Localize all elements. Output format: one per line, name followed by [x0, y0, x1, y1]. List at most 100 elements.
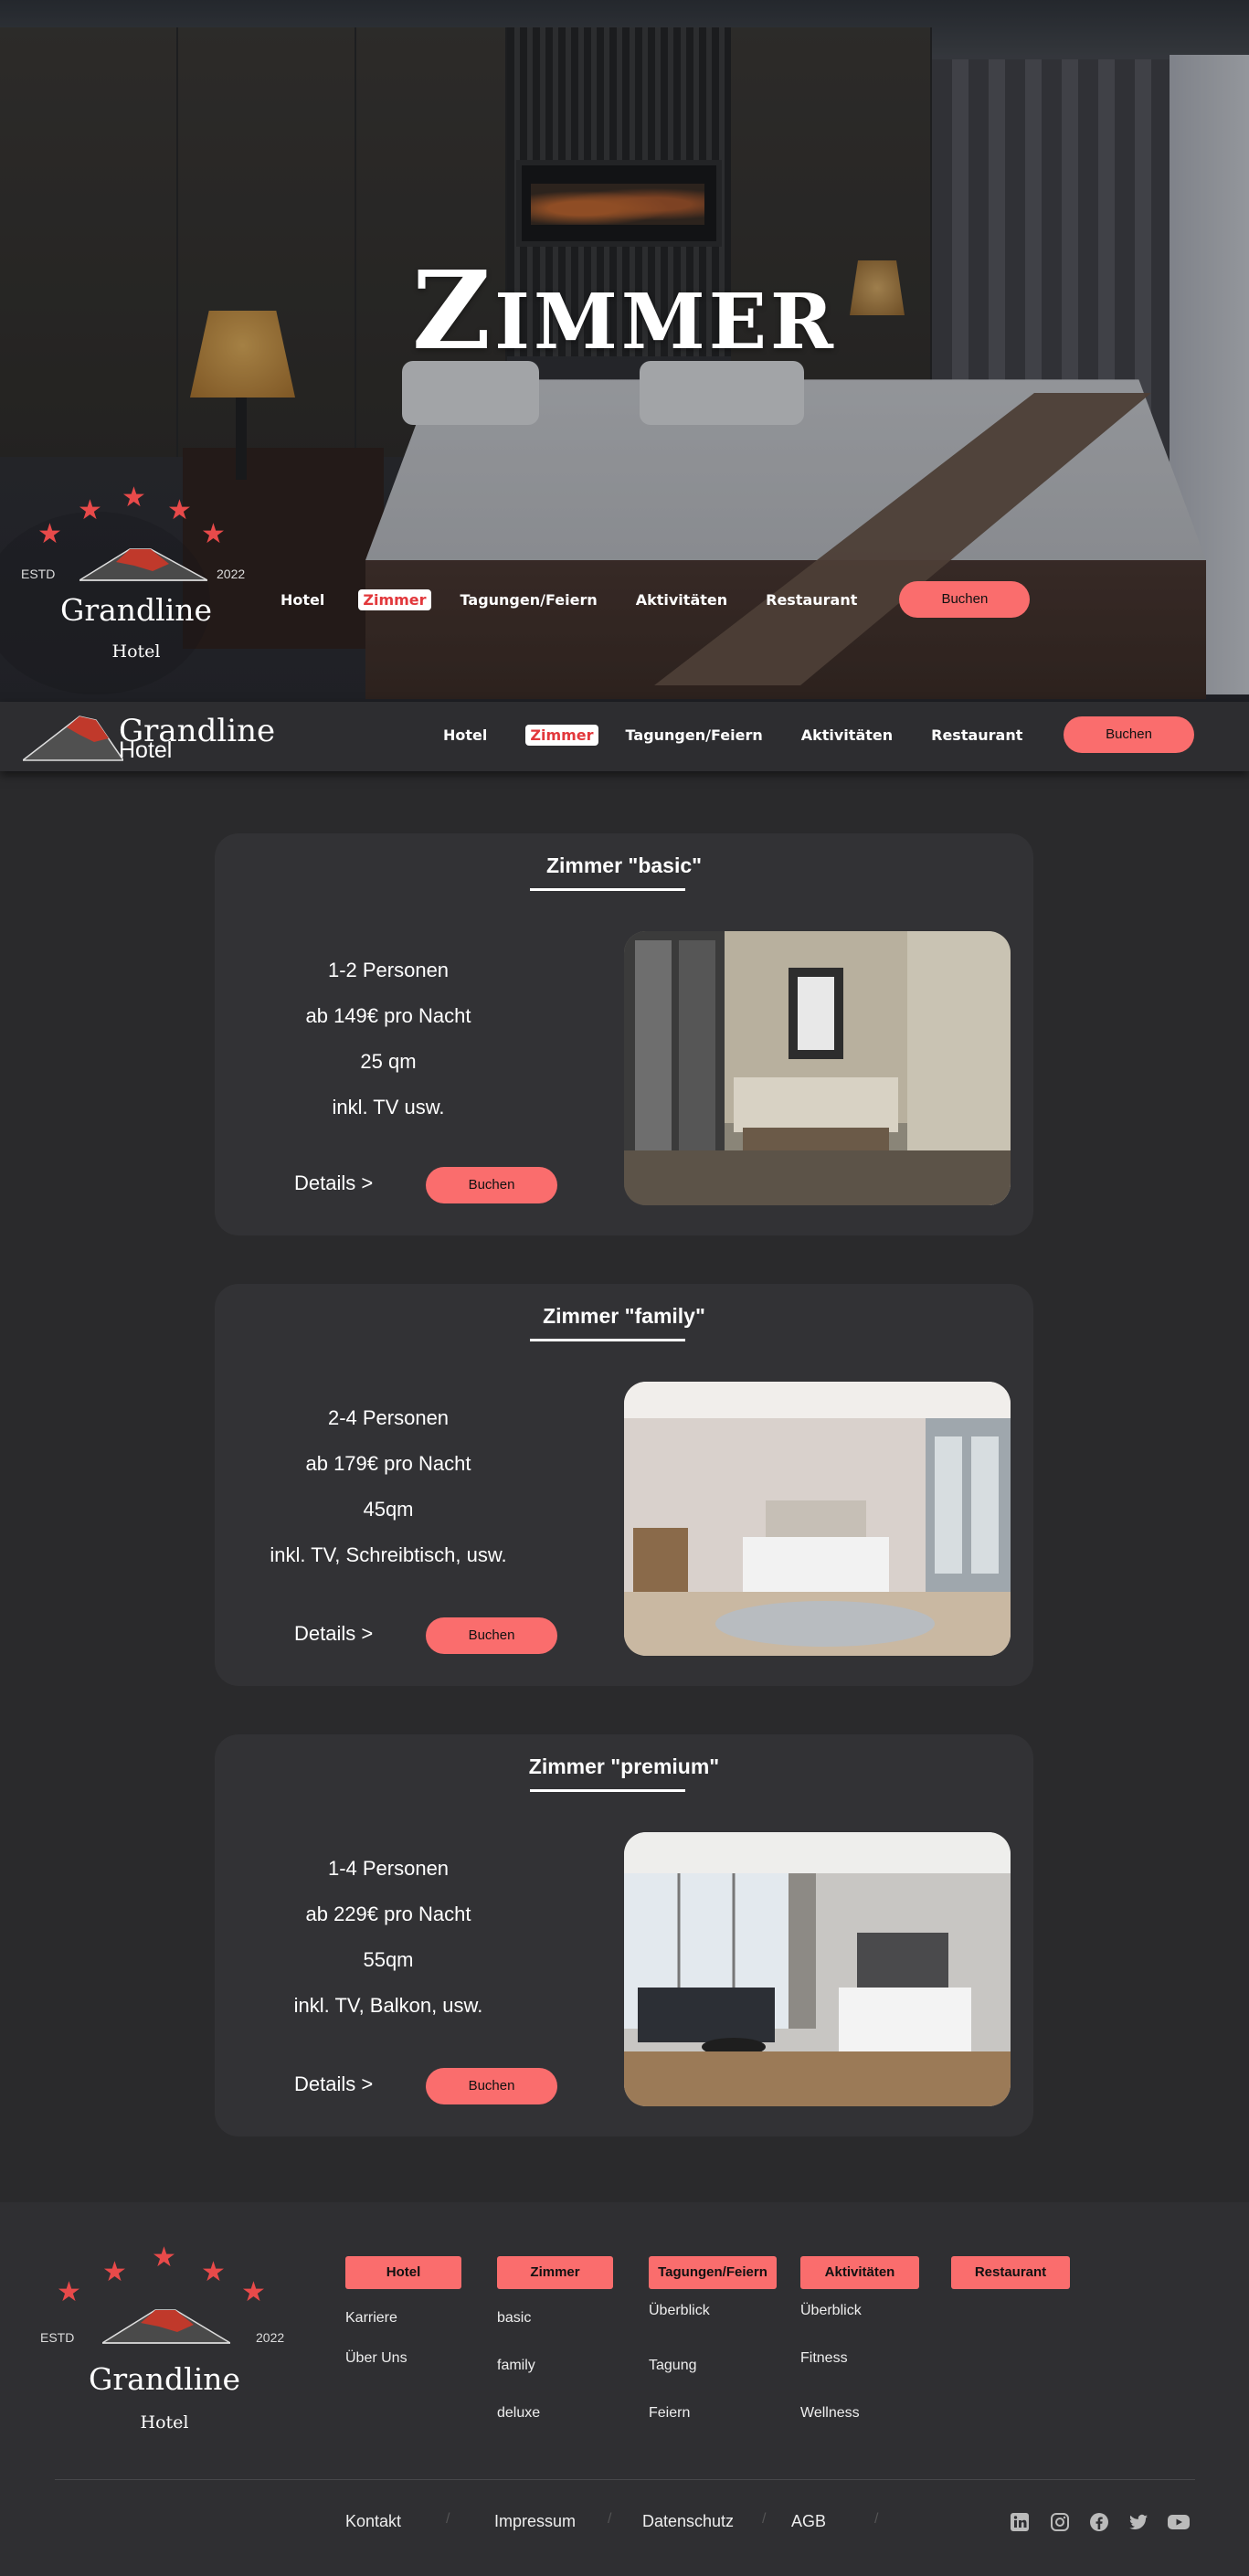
footer-link-ueber-uns[interactable]: Über Uns [345, 2350, 408, 2367]
nav-item-zimmer[interactable]: Zimmer [358, 588, 431, 610]
footer-link-impressum[interactable]: Impressum [494, 2512, 576, 2531]
footer-link-basic[interactable]: basic [497, 2310, 531, 2327]
nav-item-aktivitaeten[interactable]: Aktivitäten [636, 591, 727, 609]
volcano-icon [102, 2309, 230, 2344]
footer-link-karriere[interactable]: Karriere [345, 2310, 397, 2327]
footer-link-datenschutz[interactable]: Datenschutz [642, 2512, 734, 2531]
room-size: 45qm [363, 1498, 414, 1521]
footer-link-tagung[interactable]: Tagung [649, 2358, 697, 2374]
book-button[interactable]: Buchen [426, 2068, 557, 2104]
star-icon: ★ [122, 482, 146, 513]
youtube-icon[interactable] [1167, 2511, 1191, 2533]
title-underline [530, 1789, 685, 1792]
room-card-family: Zimmer "family" 2-4 Personen ab 179€ pro… [215, 1284, 1033, 1686]
footer-link-wellness[interactable]: Wellness [800, 2405, 860, 2422]
hero-nav: Hotel Zimmer Tagungen/Feiern Aktivitäten… [280, 581, 1031, 618]
room-info: 1-4 Personen ab 229€ pro Nacht 55qm inkl… [251, 1846, 525, 2029]
room-photo-premium [624, 1832, 1011, 2106]
nav-item-tagungen[interactable]: Tagungen/Feiern [626, 726, 763, 744]
details-link[interactable]: Details > [294, 1171, 373, 1195]
room-features: inkl. TV usw. [332, 1096, 445, 1118]
volcano-icon[interactable] [23, 711, 123, 762]
footer-heading-aktivitaeten[interactable]: Aktivitäten [800, 2256, 919, 2289]
book-button[interactable]: Buchen [1064, 716, 1194, 753]
footer-separator: / [608, 2511, 612, 2527]
nav-item-hotel[interactable]: Hotel [280, 591, 324, 609]
sticky-nav: Hotel Zimmer Tagungen/Feiern Aktivitäten… [443, 725, 1022, 746]
room-photo-basic [624, 931, 1011, 1205]
linkedin-icon[interactable] [1009, 2511, 1031, 2533]
details-link[interactable]: Details > [294, 2072, 373, 2096]
logo-name: Grandline [88, 2361, 241, 2397]
footer-divider [55, 2479, 1195, 2480]
logo-year: 2022 [256, 2330, 285, 2345]
room-card-basic: Zimmer "basic" 1-2 Personen ab 149€ pro … [215, 833, 1033, 1235]
room-size: 55qm [363, 1948, 414, 1971]
star-icon: ★ [167, 495, 192, 525]
instagram-icon[interactable] [1049, 2511, 1071, 2533]
star-icon: ★ [152, 2242, 176, 2273]
footer-logo[interactable]: ★ ★ ★ ★ ★ ESTD 2022 Grandline Hotel [37, 2244, 302, 2445]
footer-separator: / [446, 2511, 450, 2527]
footer-link-feiern[interactable]: Feiern [649, 2405, 690, 2422]
footer-link-kontakt[interactable]: Kontakt [345, 2512, 401, 2531]
room-size: 25 qm [360, 1050, 417, 1073]
star-icon: ★ [241, 2277, 266, 2307]
footer-separator: / [762, 2511, 767, 2527]
room-info: 1-2 Personen ab 149€ pro Nacht 25 qm ink… [251, 948, 525, 1130]
details-link[interactable]: Details > [294, 1622, 373, 1646]
footer-link-ueberblick[interactable]: Überblick [800, 2303, 862, 2319]
hero-logo[interactable]: ★ ★ ★ ★ ★ ESTD 2022 Grandline Hotel [14, 484, 251, 676]
star-icon: ★ [37, 519, 62, 549]
logo-name: Grandline [59, 592, 213, 628]
book-button[interactable]: Buchen [426, 1167, 557, 1203]
footer-heading-zimmer[interactable]: Zimmer [497, 2256, 613, 2289]
twitter-icon[interactable] [1127, 2511, 1149, 2533]
star-icon: ★ [78, 495, 102, 525]
title-underline [530, 1339, 685, 1341]
room-title: Zimmer "family" [543, 1304, 705, 1328]
room-photo-family [624, 1382, 1011, 1656]
book-button[interactable]: Buchen [426, 1617, 557, 1654]
footer-link-fitness[interactable]: Fitness [800, 2350, 848, 2367]
logo-estd: ESTD [40, 2330, 75, 2345]
room-title: Zimmer "basic" [545, 853, 703, 877]
volcano-icon [79, 548, 207, 581]
room-persons: 1-2 Personen [327, 959, 450, 981]
room-persons: 1-4 Personen [327, 1857, 450, 1880]
room-price: ab 179€ pro Nacht [305, 1452, 471, 1475]
page-title: Zimmer [412, 247, 837, 374]
room-price: ab 149€ pro Nacht [305, 1004, 471, 1027]
room-features: inkl. TV, Schreibtisch, usw. [270, 1543, 507, 1566]
room-card-premium: Zimmer "premium" 1-4 Personen ab 229€ pr… [215, 1734, 1033, 2136]
footer-heading-hotel[interactable]: Hotel [345, 2256, 461, 2289]
book-button[interactable]: Buchen [899, 581, 1031, 618]
room-features: inkl. TV, Balkon, usw. [293, 1994, 483, 2017]
footer-heading-tagungen[interactable]: Tagungen/Feiern [649, 2256, 777, 2289]
footer-link-agb[interactable]: AGB [791, 2512, 826, 2531]
room-title: Zimmer "premium" [528, 1754, 720, 1778]
nav-item-hotel[interactable]: Hotel [443, 726, 487, 744]
bar-logo-sub: Hotel [119, 737, 173, 763]
room-info: 2-4 Personen ab 179€ pro Nacht 45qm inkl… [251, 1395, 525, 1578]
room-persons: 2-4 Personen [327, 1406, 450, 1429]
title-underline [530, 888, 685, 891]
nav-item-tagungen[interactable]: Tagungen/Feiern [460, 591, 598, 609]
nav-item-aktivitaeten[interactable]: Aktivitäten [801, 726, 893, 744]
logo-sub: Hotel [140, 2412, 189, 2433]
nav-item-restaurant[interactable]: Restaurant [931, 726, 1022, 744]
footer-separator: / [874, 2511, 879, 2527]
logo-sub: Hotel [111, 641, 161, 662]
footer-link-family[interactable]: family [497, 2358, 535, 2374]
hero-banner: Zimmer ★ ★ ★ ★ ★ ESTD 2022 Grandline Hot… [0, 0, 1249, 702]
footer-link-deluxe[interactable]: deluxe [497, 2405, 540, 2422]
star-icon: ★ [102, 2257, 127, 2287]
nav-item-zimmer[interactable]: Zimmer [525, 725, 598, 746]
logo-year: 2022 [217, 567, 246, 581]
logo-estd: ESTD [21, 567, 56, 581]
nav-item-restaurant[interactable]: Restaurant [766, 591, 857, 609]
footer-heading-restaurant[interactable]: Restaurant [951, 2256, 1070, 2289]
facebook-icon[interactable] [1088, 2511, 1110, 2533]
footer-link-ueberblick[interactable]: Überblick [649, 2303, 710, 2319]
star-icon: ★ [201, 2257, 226, 2287]
